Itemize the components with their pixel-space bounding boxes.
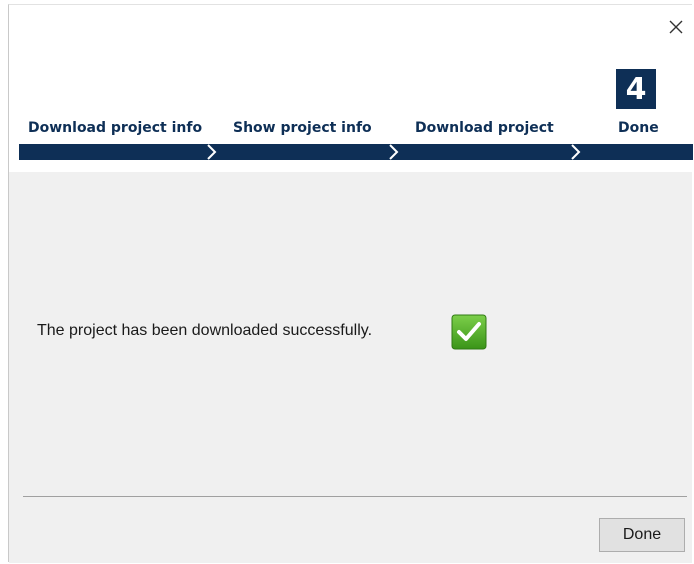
success-check-icon <box>451 314 487 350</box>
content-panel: The project has been downloaded successf… <box>9 172 692 563</box>
download-project-dialog: 4 Download project info Show project inf… <box>8 4 693 563</box>
done-button[interactable]: Done <box>599 518 685 552</box>
step-label-download-project-info: Download project info <box>28 120 203 136</box>
status-message: The project has been downloaded successf… <box>37 322 373 339</box>
wizard-progress-bar <box>19 144 693 160</box>
step-label-done: Done <box>618 120 659 136</box>
step-label-show-project-info: Show project info <box>233 120 372 136</box>
close-button[interactable] <box>664 15 688 39</box>
close-icon <box>669 20 683 34</box>
step-label-download-project: Download project <box>415 120 554 136</box>
current-step-badge: 4 <box>616 69 656 109</box>
footer-divider <box>23 496 687 497</box>
